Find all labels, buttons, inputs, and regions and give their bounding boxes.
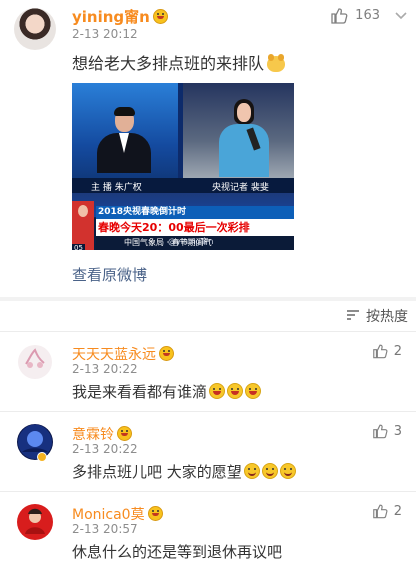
sort-by-popularity[interactable]: 按热度	[366, 306, 408, 326]
dog-emoji-icon	[267, 54, 286, 72]
news-anchor	[97, 107, 151, 173]
headline-prefix: 春晚今天20：	[98, 221, 169, 234]
view-original-link[interactable]: 查看原微博	[72, 264, 147, 285]
thumbs-up-icon	[330, 7, 348, 24]
headline-top: 2018央视春晚倒计时	[96, 206, 294, 219]
anchor-caption: 主 播 朱广权	[91, 183, 142, 193]
thumbs-up-icon	[372, 343, 388, 359]
comment-like-button[interactable]: 2	[372, 343, 402, 359]
post-username-text[interactable]: yining甯n	[72, 8, 150, 26]
comment-avatar[interactable]	[17, 504, 53, 540]
comment-username[interactable]: 天天天蓝永远	[72, 344, 174, 364]
post-image[interactable]: 主 播 朱广权 央视记者 裴斐 2018央视春晚倒计时 春晚今天20：00最后一…	[72, 83, 294, 250]
comment-timestamp: 2-13 20:22	[72, 362, 138, 376]
reporter-caption: 央视记者 裴斐	[212, 183, 269, 193]
comment-username-text[interactable]: 意霖铃	[72, 427, 114, 443]
laugh-emoji-icon	[209, 383, 226, 399]
comment-username[interactable]: 意霖铃	[72, 424, 132, 444]
reporter	[219, 99, 269, 177]
comment-timestamp: 2-13 20:22	[72, 442, 138, 456]
news-banner: 2018央视春晚倒计时 春晚今天20：00最后一次彩排 中国气象局 · 春节期间…	[72, 193, 294, 250]
comment-like-button[interactable]: 2	[372, 503, 402, 519]
more-options-icon[interactable]	[394, 8, 408, 22]
post-like-button[interactable]: 163	[330, 7, 380, 24]
small-anchor-thumbnail	[72, 201, 94, 250]
comment-body: 休息什么的还是等到退休再议吧	[72, 541, 282, 562]
laugh-emoji-icon	[245, 383, 262, 399]
user-emoji-icon	[147, 506, 163, 521]
post-username[interactable]: yining甯n	[72, 6, 168, 27]
comment-username[interactable]: Monica0莫	[72, 504, 163, 524]
comment-text: 多排点班儿吧 大家的愿望	[72, 463, 242, 481]
comment-body: 我是来看看都有谁滴	[72, 381, 262, 402]
comment-item: 天天天蓝永远 2-13 20:22 我是来看看都有谁滴 2	[0, 331, 416, 411]
comment-item: 意霖铃 2-13 20:22 多排点班儿吧 大家的愿望 3	[0, 411, 416, 491]
sort-icon[interactable]	[346, 309, 360, 321]
comment-text: 休息什么的还是等到退休再议吧	[72, 543, 283, 561]
user-emoji-icon	[152, 9, 168, 24]
news-anchor-frame	[72, 83, 178, 188]
comment-avatar[interactable]	[17, 424, 53, 460]
smile-emoji-icon	[261, 463, 278, 479]
post-body-text: 想给老大多排点班的来排队	[72, 54, 265, 73]
vip-badge-icon	[37, 452, 47, 462]
comment-timestamp: 2-13 20:57	[72, 522, 138, 536]
comment-username-text[interactable]: 天天天蓝永远	[72, 347, 156, 363]
comment-like-count: 3	[393, 423, 402, 439]
user-emoji-icon	[159, 346, 174, 361]
thumbs-up-icon	[372, 423, 388, 439]
smile-emoji-icon	[243, 463, 260, 479]
user-emoji-icon	[117, 426, 132, 441]
comment-item: Monica0莫 2-13 20:57 休息什么的还是等到退休再议吧 2	[0, 491, 416, 569]
image-watermark: @yining甯n	[168, 237, 214, 246]
comment-sort-row: 按热度	[0, 301, 416, 331]
post-timestamp: 2-13 20:12	[72, 27, 138, 41]
smile-emoji-icon	[279, 463, 296, 479]
comment-like-button[interactable]: 3	[372, 423, 402, 439]
laugh-emoji-icon	[227, 383, 244, 399]
post-avatar[interactable]	[14, 8, 56, 50]
reporter-frame	[183, 83, 294, 188]
comment-username-text[interactable]: Monica0莫	[72, 507, 145, 523]
headline-main: 春晚今天20：00最后一次彩排	[96, 219, 294, 236]
comment-text: 我是来看看都有谁滴	[72, 383, 208, 401]
comment-body: 多排点班儿吧 大家的愿望	[72, 461, 296, 482]
thumbs-up-icon	[372, 503, 388, 519]
post-body: 想给老大多排点班的来排队	[72, 50, 286, 74]
caption-bar: 主 播 朱广权 央视记者 裴斐	[72, 178, 294, 193]
post-like-count: 163	[355, 8, 380, 23]
weibo-post: yining甯n 2-13 20:12 163 想给老大多排点班的来排队 主 播…	[0, 0, 416, 297]
headline-highlight: 00最后一次彩排	[168, 221, 250, 234]
comment-like-count: 2	[393, 343, 402, 359]
comment-avatar[interactable]	[17, 344, 53, 380]
comment-like-count: 2	[393, 503, 402, 519]
channel-clock: 05	[72, 244, 85, 250]
